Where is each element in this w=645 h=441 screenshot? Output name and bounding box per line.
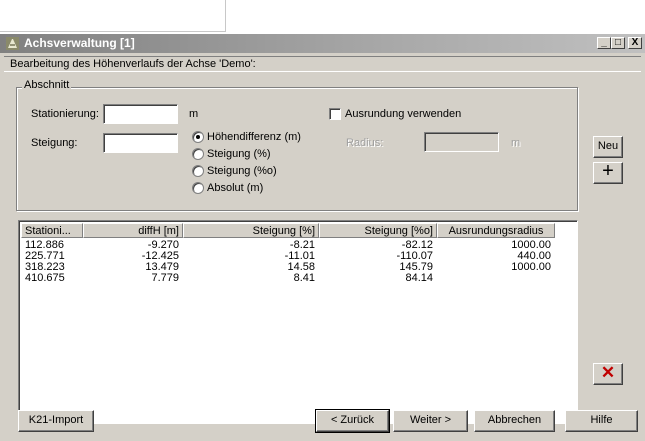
radio-absolut-label: Absolut (m) — [207, 182, 264, 194]
back-button[interactable]: < Zurück — [315, 409, 390, 433]
column-header-steigung-prozent[interactable]: Steigung [%] — [183, 223, 319, 238]
radio-hoehendifferenz-label: Höhendifferenz (m) — [207, 131, 301, 143]
radio-steigung-prozent[interactable] — [192, 148, 204, 160]
radius-input — [424, 132, 499, 152]
cell-stationierung: 410.675 — [25, 272, 65, 284]
stationierung-label: Stationierung: — [31, 108, 99, 120]
description-text: Bearbeitung des Höhenverlaufs der Achse … — [10, 58, 256, 70]
delete-button[interactable]: ✕ — [593, 363, 623, 385]
window-title: Achsverwaltung [1] — [24, 36, 135, 50]
column-header-diffh[interactable]: diffH [m] — [83, 223, 183, 238]
maximize-button[interactable]: □ — [611, 37, 625, 49]
radius-unit: m — [511, 137, 521, 149]
k21-import-label: K21-Import — [28, 414, 84, 426]
help-label: Hilfe — [590, 414, 613, 426]
column-header-stationierung[interactable]: Stationi... — [21, 223, 83, 238]
hoehenverlauf-table[interactable]: Stationi... diffH [m] Steigung [%] Steig… — [18, 220, 578, 424]
column-header-steigung-promille[interactable]: Steigung [%o] — [319, 223, 437, 238]
back-label: < Zurück — [330, 414, 375, 426]
add-button[interactable]: + — [593, 160, 623, 184]
delete-icon: ✕ — [600, 363, 616, 382]
ausrundung-checkbox[interactable] — [329, 108, 341, 120]
k21-import-button[interactable]: K21-Import — [18, 410, 94, 432]
next-button[interactable]: Weiter > — [393, 410, 468, 432]
cell-steigung-prozent: 8.41 — [293, 272, 315, 284]
app-icon — [6, 37, 19, 50]
plus-icon: + — [602, 160, 614, 182]
radio-absolut[interactable] — [192, 182, 204, 194]
radio-hoehendifferenz[interactable] — [192, 131, 204, 143]
description-bar: Bearbeitung des Höhenverlaufs der Achse … — [4, 56, 641, 72]
radio-steigung-prozent-label: Steigung (%) — [207, 148, 271, 160]
top-blank-panel — [0, 0, 226, 32]
help-button[interactable]: Hilfe — [565, 410, 638, 432]
cell-diffh: 7.779 — [151, 272, 179, 284]
radio-steigung-promille-label: Steigung (%o) — [207, 165, 277, 177]
cell-steigung-promille: 84.14 — [405, 272, 433, 284]
title-bar[interactable]: Achsverwaltung [1] _ □ X — [0, 34, 645, 53]
close-button[interactable]: X — [628, 37, 642, 49]
stationierung-unit: m — [189, 108, 199, 120]
cell-ausrundungsradius — [437, 273, 551, 284]
dialog-window: Achsverwaltung [1] _ □ X Bearbeitung des… — [0, 34, 645, 441]
cancel-label: Abbrechen — [487, 414, 542, 426]
abschnitt-group-label: Abschnitt — [22, 79, 72, 91]
radius-label: Radius: — [346, 137, 384, 149]
stationierung-input[interactable] — [103, 104, 178, 124]
next-label: Weiter > — [409, 414, 452, 426]
cancel-button[interactable]: Abbrechen — [474, 410, 555, 432]
neu-button[interactable]: Neu — [593, 136, 623, 158]
neu-button-label: Neu — [597, 140, 619, 152]
steigung-label: Steigung: — [31, 137, 78, 149]
table-row[interactable]: 318.223 13.479 14.58 145.79 1000.00 — [19, 262, 559, 273]
minimize-button[interactable]: _ — [597, 37, 611, 49]
radio-steigung-promille[interactable] — [192, 165, 204, 177]
ausrundung-label: Ausrundung verwenden — [345, 108, 462, 120]
steigung-input[interactable] — [103, 133, 178, 153]
cell-ausrundungsradius: 1000.00 — [511, 261, 551, 273]
table-row[interactable]: 410.675 7.779 8.41 84.14 — [19, 273, 559, 284]
column-header-ausrundungsradius[interactable]: Ausrundungsradius — [437, 223, 555, 238]
